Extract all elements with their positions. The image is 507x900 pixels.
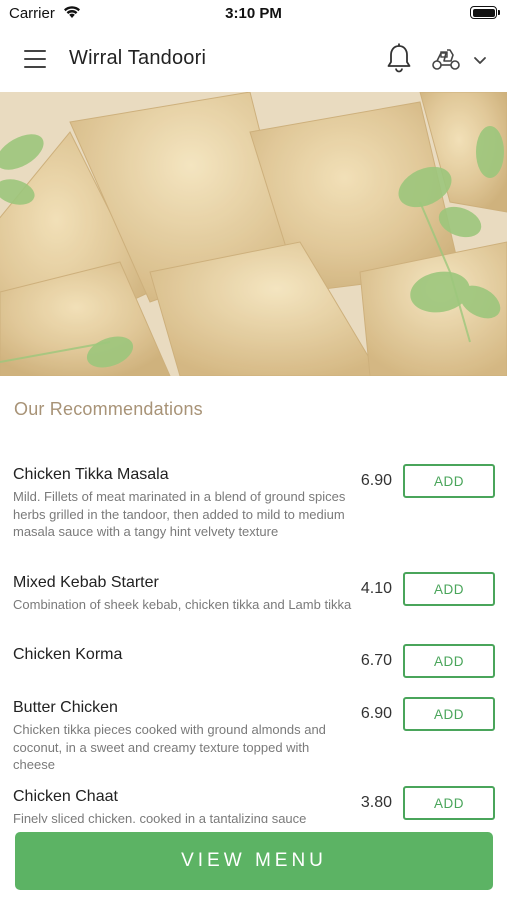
item-price: 6.90 [360, 472, 392, 489]
item-description: Finely sliced chicken, cooked in a tanta… [13, 811, 307, 823]
add-button[interactable]: ADD [403, 644, 495, 678]
item-price: 4.10 [360, 580, 392, 597]
item-price: 6.90 [360, 705, 392, 722]
view-menu-button[interactable]: VIEW MENU [15, 832, 493, 890]
item-name: Mixed Kebab Starter [13, 574, 159, 591]
item-name: Butter Chicken [13, 699, 118, 716]
item-price: 6.70 [360, 652, 392, 669]
recommendations-list: Chicken Tikka Masala Mild. Fillets of me… [0, 0, 507, 823]
add-button[interactable]: ADD [403, 786, 495, 820]
item-description: Combination of sheek kebab, chicken tikk… [13, 597, 352, 612]
add-button[interactable]: ADD [403, 697, 495, 731]
item-description: Chicken tikka pieces cooked with ground … [13, 722, 326, 772]
item-name: Chicken Tikka Masala [13, 466, 169, 483]
item-price: 3.80 [360, 794, 392, 811]
add-button[interactable]: ADD [403, 464, 495, 498]
item-description: Mild. Fillets of meat marinated in a ble… [13, 489, 346, 539]
item-name: Chicken Korma [13, 646, 123, 663]
item-name: Chicken Chaat [13, 788, 118, 805]
add-button[interactable]: ADD [403, 572, 495, 606]
